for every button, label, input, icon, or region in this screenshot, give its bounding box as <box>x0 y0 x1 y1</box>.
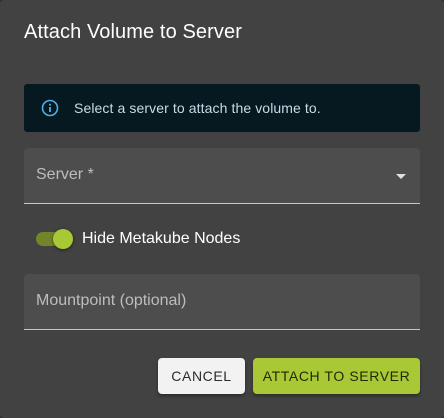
server-select-label: Server * <box>36 166 94 183</box>
mountpoint-input[interactable]: Mountpoint (optional) <box>24 274 420 330</box>
toggle-track[interactable] <box>36 229 73 249</box>
cancel-button[interactable]: CANCEL <box>158 358 245 394</box>
info-icon <box>40 98 60 118</box>
toggle-label: Hide Metakube Nodes <box>82 230 241 247</box>
server-select[interactable]: Server * <box>24 148 420 204</box>
dropdown-arrow-icon <box>396 174 406 179</box>
toggle-thumb[interactable] <box>53 229 73 249</box>
attach-volume-dialog: Attach Volume to Server Select a server … <box>0 0 444 418</box>
dialog-title: Attach Volume to Server <box>24 21 242 43</box>
info-text: Select a server to attach the volume to. <box>74 100 321 116</box>
hide-metakube-nodes-toggle[interactable]: Hide Metakube Nodes <box>36 226 240 252</box>
attach-to-server-button[interactable]: ATTACH TO SERVER <box>253 358 420 394</box>
mountpoint-placeholder: Mountpoint (optional) <box>36 292 187 309</box>
info-banner: Select a server to attach the volume to. <box>24 84 420 132</box>
